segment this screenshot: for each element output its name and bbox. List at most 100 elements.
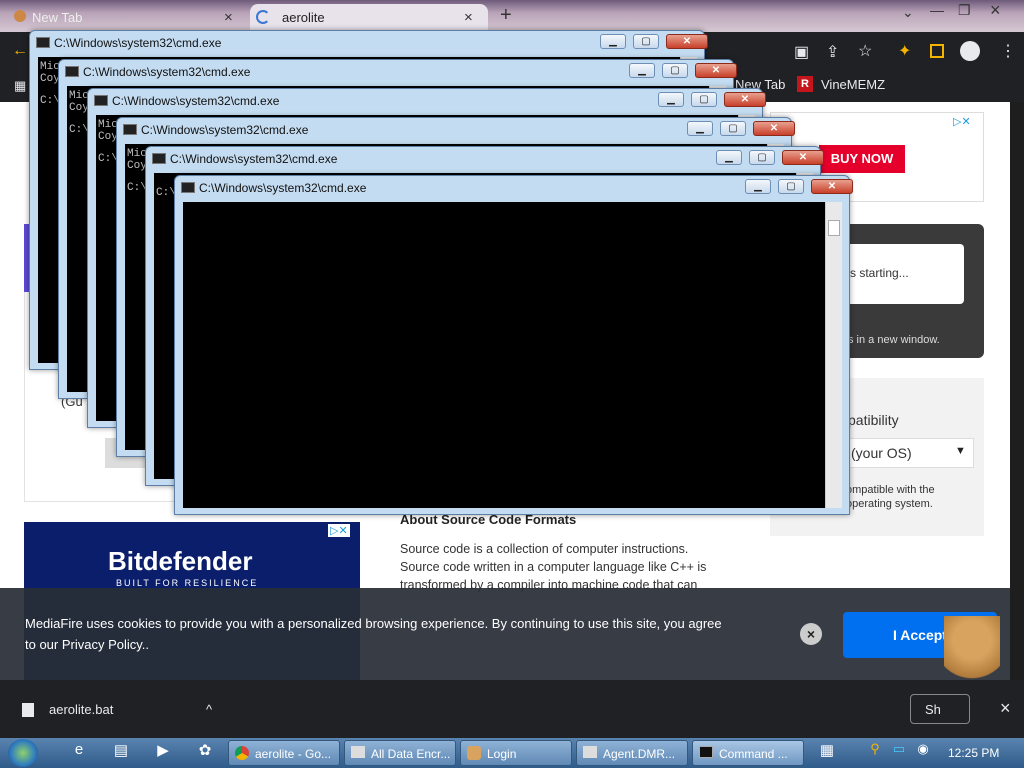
close-button[interactable]: ✕ [811,179,853,194]
tab-close-icon[interactable]: × [224,9,233,26]
tab-new-tab[interactable]: New Tab × [10,4,248,32]
taskbar-item-encrypt[interactable]: All Data Encr... [344,740,456,766]
browser-tab-strip: New Tab × aerolite × + ⌄ — ❐ × [0,0,1024,32]
back-arrow-icon[interactable]: ← [12,42,28,60]
tab-label: New Tab [32,10,83,25]
app-icon[interactable]: ✿ [194,741,216,763]
taskbar-label: Command ... [719,747,788,761]
maximize-button[interactable]: ▢ [749,150,775,165]
taskbar-label: Agent.DMR... [603,747,676,761]
cmd-window-title: C:\Windows\system32\cmd.exe [199,181,367,195]
profile-avatar-icon[interactable] [960,41,980,61]
bookmark-star-icon[interactable]: ☆ [858,41,872,61]
cmd-scrollbar[interactable] [825,202,842,508]
bitdefender-tagline: BUILT FOR RESILIENCE [116,578,259,588]
minimize-button[interactable]: ▁ [629,63,655,78]
volume-icon[interactable]: ◉ [912,741,934,763]
extensions-icon[interactable]: ✦ [898,41,911,61]
chrome-icon [235,746,249,760]
maximize-button[interactable]: ▢ [778,179,804,194]
minimize-button[interactable]: ▁ [745,179,771,194]
cmd-icon [699,746,713,758]
internet-explorer-icon[interactable]: e [68,741,90,763]
adchoices-icon[interactable]: ▷✕ [953,115,971,128]
apps-icon[interactable]: ▦ [14,78,26,94]
cmd-window-title: C:\Windows\system32\cmd.exe [170,152,338,166]
cmd-window-icon [94,95,108,106]
tab-label: aerolite [282,10,325,25]
window-icon [351,746,365,758]
side-panel-icon[interactable] [930,44,944,58]
start-button[interactable] [8,739,38,767]
adchoices-icon[interactable]: ▷✕ [328,524,350,537]
chevron-down-icon: ▼ [955,445,966,457]
tray-app-icon[interactable]: ▦ [816,741,838,763]
cmd-window-icon [181,182,195,193]
show-all-button[interactable]: Sh [910,694,970,724]
window-icon [583,746,597,758]
cmd-window-icon [36,37,50,48]
download-status-text: s starting... [850,266,909,280]
minimize-icon[interactable]: — [930,2,944,18]
about-text-2: Source code written in a computer langua… [400,560,707,574]
network-icon[interactable]: ▭ [888,741,910,763]
maximize-button[interactable]: ▢ [720,121,746,136]
taskbar-label: Login [487,747,517,761]
minimize-button[interactable]: ▁ [600,34,626,49]
cmd-window-title: C:\Windows\system32\cmd.exe [83,65,251,79]
os-select[interactable]: (your OS) ▼ [840,438,974,468]
taskbar-item-login[interactable]: Login [460,740,572,766]
minimize-button[interactable]: ▁ [687,121,713,136]
tab-search-icon[interactable]: ⌄ [902,4,914,21]
search-icon[interactable]: ⚲ [864,741,886,763]
compat-heading: patibility [848,412,899,428]
privacy-policy-link[interactable]: to our Privacy Policy.. [25,637,149,652]
tab-aerolite[interactable]: aerolite × [250,4,488,32]
minimize-button[interactable]: ▁ [658,92,684,107]
chevron-up-icon[interactable]: ^ [206,702,212,717]
media-player-icon[interactable]: ▶ [152,741,174,763]
download-hint-text: s in a new window. [848,334,940,346]
shelf-close-icon[interactable]: × [1000,698,1011,719]
cmd-console[interactable] [183,202,825,508]
close-window-icon[interactable]: × [990,0,1001,21]
close-button[interactable]: ✕ [666,34,708,49]
cast-icon[interactable]: ▣ [794,42,809,62]
taskbar-item-agent[interactable]: Agent.DMR... [576,740,688,766]
maximize-button[interactable]: ▢ [662,63,688,78]
share-icon[interactable]: ⇪ [826,42,839,62]
cmd-window-icon [123,124,137,135]
close-button[interactable]: ✕ [724,92,766,107]
bookmark-vinememz[interactable]: VineMEMZ [821,77,885,92]
cmd-window[interactable]: C:\Windows\system32\cmd.exe ▁ ▢ ✕ [174,175,853,515]
close-button[interactable]: ✕ [753,121,795,136]
taskbar-label: All Data Encr... [371,747,451,761]
cookie-banner: MediaFire uses cookies to provide you wi… [0,588,1010,696]
cookie-close-button[interactable]: × [800,623,822,645]
show-all-label: Sh [925,702,941,717]
taskbar-item-command[interactable]: Command ... [692,740,804,766]
cmd-window-title: C:\Windows\system32\cmd.exe [141,123,309,137]
taskbar-label: aerolite - Go... [255,747,332,761]
explorer-icon[interactable]: ▤ [110,741,132,763]
loading-spinner-icon [256,10,270,24]
bitdefender-logo: Bitdefender [108,546,253,576]
cmd-scroll-thumb[interactable] [828,220,840,236]
restore-icon[interactable]: ❐ [958,2,971,19]
cookie-text-1: MediaFire uses cookies to provide you wi… [25,616,722,631]
clock[interactable]: 12:25 PM [948,746,999,760]
cmd-window-icon [65,66,79,77]
maximize-button[interactable]: ▢ [633,34,659,49]
maximize-button[interactable]: ▢ [691,92,717,107]
compat-note-1: ompatible with the [846,484,935,496]
close-button[interactable]: ✕ [695,63,737,78]
cmd-window-title: C:\Windows\system32\cmd.exe [54,36,222,50]
close-button[interactable]: ✕ [782,150,824,165]
new-tab-button[interactable]: + [500,4,512,27]
taskbar-item-chrome[interactable]: aerolite - Go... [228,740,340,766]
buy-now-button[interactable]: BUY NOW [819,145,905,173]
menu-dots-icon[interactable]: ⋮ [1000,41,1016,61]
minimize-button[interactable]: ▁ [716,150,742,165]
tab-close-icon[interactable]: × [464,9,473,26]
download-filename[interactable]: aerolite.bat [49,702,113,717]
